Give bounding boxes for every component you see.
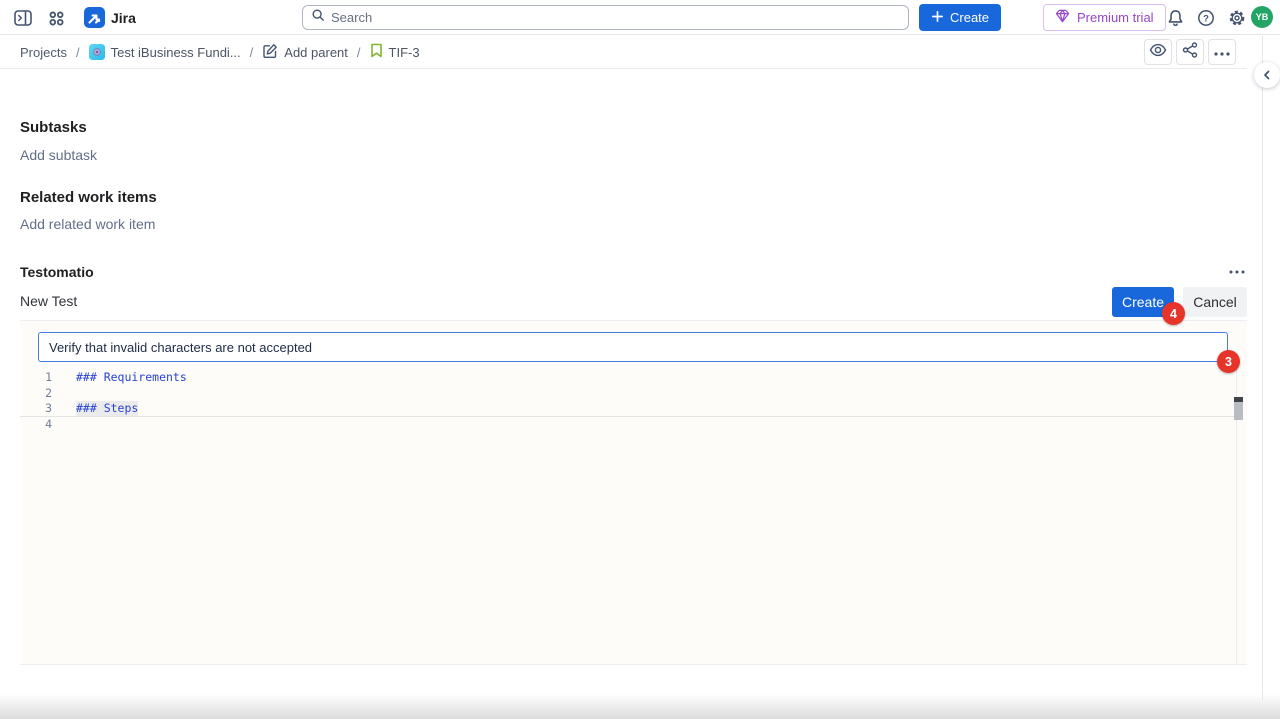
subtasks-heading: Subtasks [20,119,87,136]
chevron-left-icon [1262,68,1272,83]
testomatio-heading: Testomatio [20,264,94,280]
gem-icon [1055,9,1070,26]
share-button[interactable] [1176,39,1204,65]
collapse-panel-button[interactable] [1254,62,1280,88]
test-code-editor[interactable]: 1 ### Requirements 2 3 ### Steps 4 [20,370,1236,432]
app-switcher-icon[interactable] [45,7,67,29]
code-line[interactable]: 2 [20,386,1236,402]
breadcrumb-separator: / [76,45,80,60]
code-text: ### Requirements [76,370,187,386]
code-line[interactable]: 4 [20,417,1236,433]
premium-trial-button[interactable]: Premium trial [1043,4,1166,31]
test-cancel-button[interactable]: Cancel [1183,287,1247,317]
search-placeholder: Search [331,10,372,25]
plus-icon [931,10,944,26]
search-input[interactable]: Search [302,5,909,30]
testomatio-menu-icon[interactable] [1227,266,1247,278]
breadcrumb-projects[interactable]: Projects [20,45,67,60]
ellipsis-icon [1214,43,1230,61]
add-parent-button[interactable]: Add parent [262,43,348,62]
line-number: 2 [20,386,52,402]
bookmark-icon [370,43,383,61]
code-line-active[interactable]: 3 ### Steps [20,401,1236,417]
app-title: Jira [111,10,136,26]
project-avatar-icon [89,44,105,60]
sidebar-toggle-icon[interactable] [12,7,34,29]
breadcrumb-separator: / [250,45,254,60]
code-line[interactable]: 1 ### Requirements [20,370,1236,386]
user-avatar[interactable]: YB [1251,6,1273,28]
issue-actions [1144,39,1236,65]
line-number: 3 [20,401,52,417]
breadcrumb-separator: / [357,45,361,60]
help-icon[interactable]: ? [1195,7,1217,29]
add-subtask-link[interactable]: Add subtask [20,147,97,163]
bottom-shadow [0,694,1280,719]
line-number: 4 [20,417,52,433]
create-button[interactable]: Create [919,4,1001,31]
jira-logo-icon[interactable] [84,7,105,28]
edit-icon [262,43,278,62]
code-text: ### Steps [76,401,138,417]
right-panel-divider [1262,36,1263,700]
share-icon [1182,42,1198,63]
notifications-bell-icon[interactable] [1164,7,1186,29]
line-number: 1 [20,370,52,386]
test-title-input[interactable] [38,332,1228,362]
eye-icon [1149,43,1167,62]
annotation-badge-3: 3 [1217,350,1240,373]
breadcrumb-issue-key[interactable]: TIF-3 [370,43,420,61]
top-navigation-bar: Jira Search Create Premium trial [0,0,1280,35]
add-related-work-item-link[interactable]: Add related work item [20,216,155,232]
breadcrumb-project[interactable]: Test iBusiness Fundi... [89,44,241,60]
new-test-label: New Test [20,293,77,309]
svg-text:?: ? [1203,13,1209,24]
editor-scrollbar-thumb[interactable] [1234,397,1243,420]
related-work-items-heading: Related work items [20,189,157,206]
search-icon [311,8,325,27]
breadcrumb: Projects / Test iBusiness Fundi... / Add… [20,35,420,69]
watch-button[interactable] [1144,39,1172,65]
settings-gear-icon[interactable] [1226,7,1248,29]
more-actions-button[interactable] [1208,39,1236,65]
annotation-badge-4: 4 [1162,302,1185,325]
